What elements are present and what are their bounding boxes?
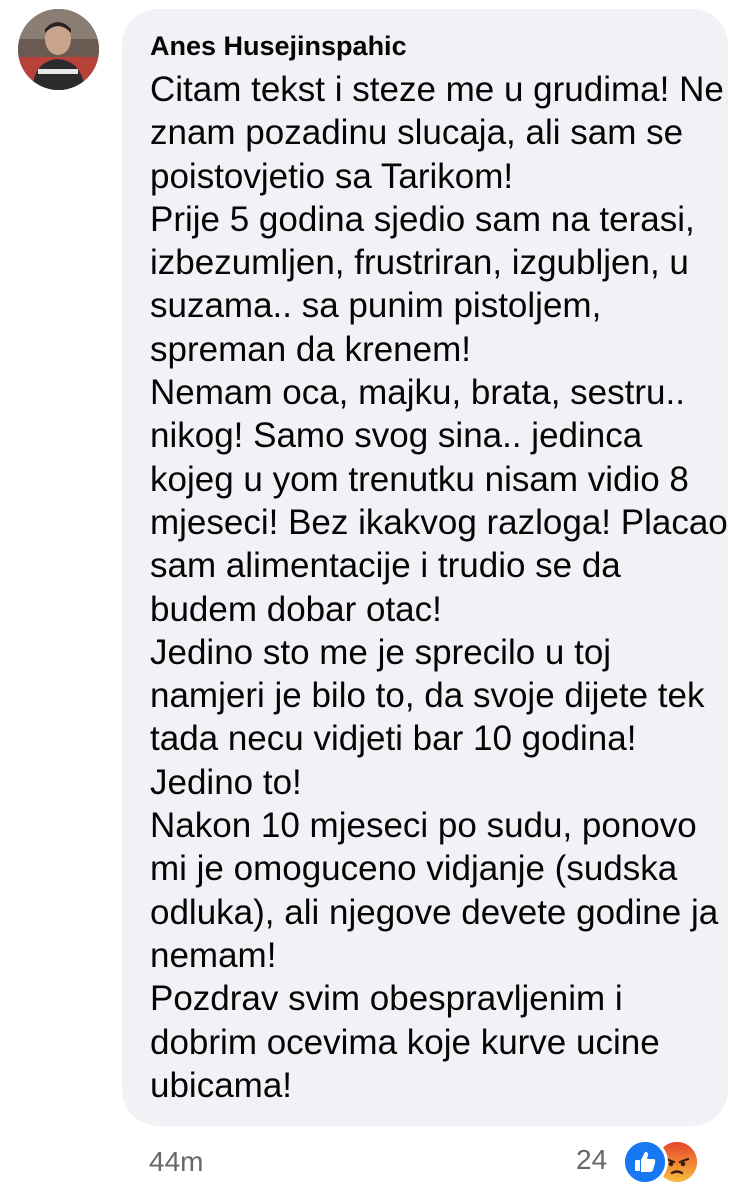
comment-text-line: namjeri je bilo to, da svoje dijete tek <box>150 676 705 716</box>
comment-text-line: odluka), ali njegove devete godine ja <box>150 892 719 932</box>
comment-text-line: poistovjetio sa Tarikom! <box>150 156 514 196</box>
like-reaction-icon <box>622 1139 668 1185</box>
comment-author-name[interactable]: Anes Husejinspahic <box>150 28 407 64</box>
comment-timestamp[interactable]: 44m <box>149 1145 203 1179</box>
comment-text-line: Prije 5 godina sjedio sam na terasi, <box>150 199 695 239</box>
comment-text-line: sam alimentacije i trudio se da <box>150 546 621 586</box>
avatar-photo-icon <box>18 9 99 90</box>
comment-text-line: dobrim ocevima koje kurve ucine <box>150 1022 660 1062</box>
reaction-summary[interactable] <box>622 1137 700 1185</box>
comment-text-line: nemam! <box>150 935 277 975</box>
comment-text-line: Nemam oca, majku, brata, sestru.. <box>150 373 685 413</box>
comment-text-line: ubicama! <box>150 1065 293 1105</box>
comment-text-line: mi je omoguceno vidjanje (sudska <box>150 849 678 889</box>
reaction-count[interactable]: 24 <box>576 1143 607 1177</box>
comment-text-line: Pozdrav svim obespravljenim i <box>150 979 623 1019</box>
comment-text-line: nikog! Samo svog sina.. jedinca <box>150 416 643 456</box>
comment-body: Citam tekst i steze me u grudima! Ne znam… <box>150 68 728 1107</box>
comment-text-line: Jedino sto me je sprecilo u toj <box>150 632 612 672</box>
comment-text-line: mjeseci! Bez ikakvog razloga! Placao <box>150 502 728 542</box>
comment-text-line: izbezumljen, frustriran, izgubljen, u <box>150 243 689 283</box>
comment-text-line: tada necu vidjeti bar 10 godina! <box>150 719 637 759</box>
comment-text-line: znam pozadinu slucaja, ali sam se <box>150 113 684 153</box>
comment-text-line: Jedino to! <box>150 762 302 802</box>
comment-text-line: spreman da krenem! <box>150 329 471 369</box>
comment-text-line: budem dobar otac! <box>150 589 442 629</box>
comment-text-line: kojeg u yom trenutku nisam vidio 8 <box>150 459 689 499</box>
comment-text-line: suzama.. sa punim pistoljem, <box>150 286 602 326</box>
comment-text-line: Nakon 10 mjeseci po sudu, ponovo <box>150 806 697 846</box>
comment-text-line: Citam tekst i steze me u grudima! Ne <box>150 70 724 109</box>
author-avatar[interactable] <box>18 9 99 90</box>
